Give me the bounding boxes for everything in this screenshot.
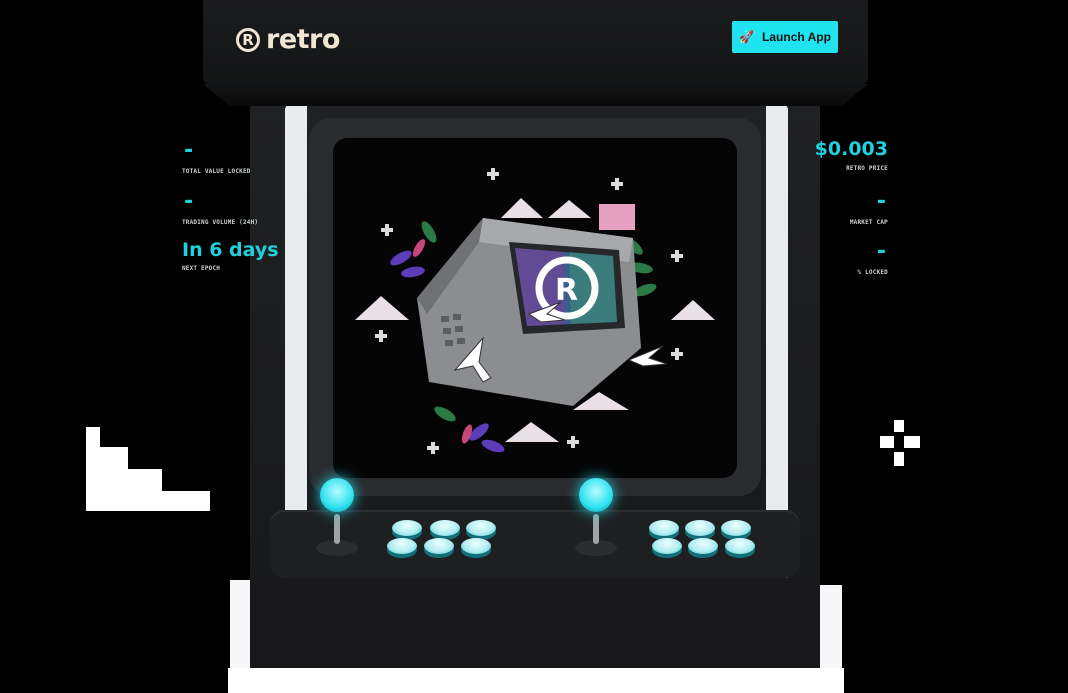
stat-label: % LOCKED — [857, 269, 888, 276]
floor-strip — [228, 668, 844, 693]
cabinet-side-left-lower — [230, 580, 252, 670]
stat-value: $0.003 — [814, 138, 888, 160]
pixel-plus-decoration — [880, 420, 920, 466]
cabinet-marquee-lip — [203, 84, 868, 106]
arcade-button[interactable] — [652, 538, 682, 554]
stat-tvl: - TOTAL VALUE LOCKED — [182, 138, 251, 176]
joystick-left[interactable] — [320, 478, 354, 512]
joystick-stick-left — [334, 514, 340, 544]
arcade-button[interactable] — [721, 520, 751, 536]
stat-market-cap: - MARKET CAP — [849, 189, 888, 227]
stat-volume: - TRADING VOLUME (24H) — [182, 189, 259, 227]
arcade-button[interactable] — [424, 538, 454, 554]
joystick-right[interactable] — [579, 478, 613, 512]
stat-retro-price: $0.003 RETRO PRICE — [814, 138, 888, 173]
joystick-stick-right — [593, 514, 599, 544]
arcade-button[interactable] — [725, 538, 755, 554]
rocket-icon: 🚀 — [739, 30, 755, 44]
stat-label: NEXT EPOCH — [182, 265, 221, 272]
retro-logo-text: retro — [266, 24, 340, 55]
pixel-stairs-decoration — [86, 427, 210, 511]
arcade-button[interactable] — [649, 520, 679, 536]
arcade-screen: R — [333, 138, 737, 478]
stat-label: RETRO PRICE — [846, 165, 888, 172]
stat-value: In 6 days — [182, 239, 279, 261]
launch-app-label: Launch App — [762, 30, 831, 44]
arcade-button[interactable] — [685, 520, 715, 536]
stat-locked: - % LOCKED — [857, 239, 889, 277]
retro-logo-mark: R — [236, 27, 260, 52]
stat-next-epoch: In 6 days NEXT EPOCH — [182, 239, 279, 273]
cabinet-front-lower — [250, 578, 820, 670]
stat-value: - — [874, 189, 888, 214]
launch-app-button[interactable]: 🚀 Launch App — [732, 21, 838, 53]
arcade-button[interactable] — [466, 520, 496, 536]
arcade-button[interactable] — [392, 520, 422, 536]
stat-value: - — [182, 189, 196, 214]
stat-label: TOTAL VALUE LOCKED — [182, 168, 251, 175]
arcade-button[interactable] — [461, 538, 491, 554]
stat-label: TRADING VOLUME (24H) — [182, 219, 259, 226]
retro-logo[interactable]: R retro — [236, 24, 340, 55]
stat-value: - — [182, 138, 196, 163]
retro-computer-illustration: R — [355, 168, 715, 454]
arcade-button[interactable] — [688, 538, 718, 554]
stat-label: MARKET CAP — [849, 219, 888, 226]
arcade-button[interactable] — [387, 538, 417, 554]
arcade-button[interactable] — [430, 520, 460, 536]
stat-value: - — [874, 239, 888, 264]
cabinet-side-right-lower — [820, 585, 842, 670]
